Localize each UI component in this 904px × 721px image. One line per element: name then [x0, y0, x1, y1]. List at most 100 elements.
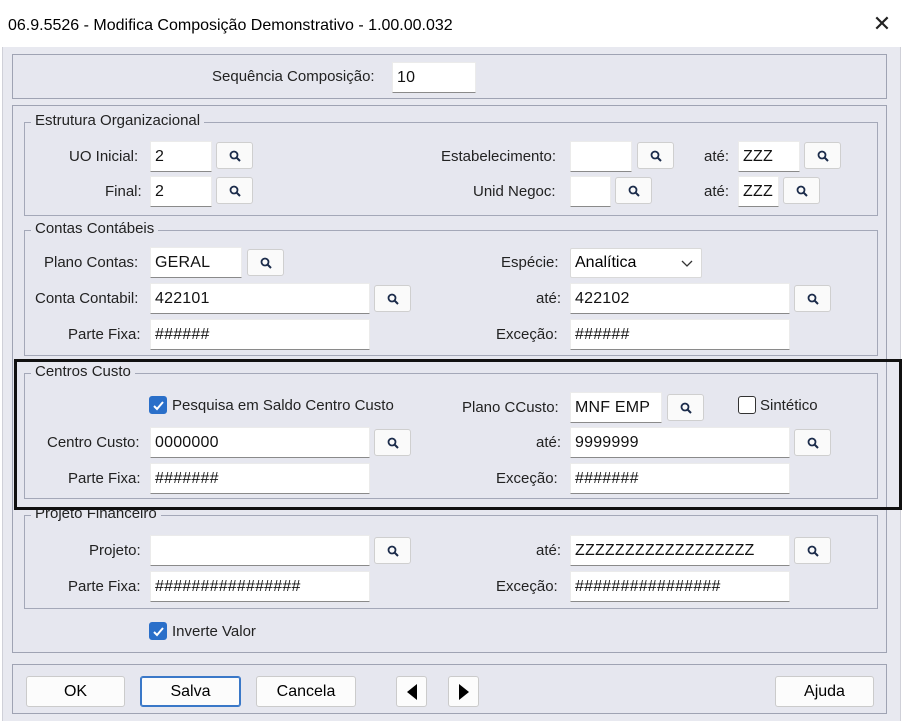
sintetico-label: Sintético [760, 397, 818, 414]
centros-legend: Centros Custo [31, 363, 135, 381]
estabelecimento-label: Estabelecimento: [441, 148, 557, 165]
search-icon [260, 257, 272, 269]
title-bar: 06.9.5526 - Modifica Composição Demonstr… [0, 0, 904, 48]
sequencia-panel: Sequência Composição: 10 [12, 54, 887, 99]
checkmark-icon [153, 401, 164, 411]
unid-negoc-ate-search-button[interactable] [783, 177, 820, 204]
centro-custo-input[interactable]: 0000000 [150, 427, 370, 458]
search-icon [387, 437, 399, 449]
unid-negoc-search-button[interactable] [615, 177, 652, 204]
final-input[interactable]: 2 [150, 176, 212, 207]
estrutura-legend: Estrutura Organizacional [31, 112, 205, 130]
contas-parte-fixa-label: Parte Fixa: [68, 326, 141, 343]
inverte-valor-label: Inverte Valor [172, 623, 256, 640]
cancela-button[interactable]: Cancela [256, 676, 356, 707]
final-label: Final: [105, 183, 142, 200]
sintetico-checkbox[interactable] [738, 396, 756, 414]
arrow-left-icon [407, 684, 417, 700]
especie-selected-value: Analítica [575, 254, 637, 271]
uo-inicial-label: UO Inicial: [69, 148, 139, 165]
sequencia-label: Sequência Composição: [212, 68, 375, 85]
centro-custo-label: Centro Custo: [47, 434, 140, 451]
projeto-excecao-input[interactable]: ################ [570, 571, 790, 602]
plano-ccusto-input[interactable]: MNF EMP [570, 392, 662, 423]
inverte-valor-checkbox[interactable] [149, 622, 167, 640]
contas-parte-fixa-input[interactable]: ###### [150, 319, 370, 350]
contas-excecao-label: Exceção: [496, 326, 558, 343]
search-icon [817, 150, 829, 162]
close-icon[interactable]: ✕ [870, 13, 894, 37]
conta-contabil-search-button[interactable] [374, 285, 411, 312]
search-icon [229, 150, 241, 162]
previous-button[interactable] [396, 676, 427, 707]
search-icon [796, 185, 808, 197]
centro-custo-search-button[interactable] [374, 429, 411, 456]
plano-ccusto-label: Plano CCusto: [462, 399, 559, 416]
projeto-ate-search-button[interactable] [794, 537, 831, 564]
centros-parte-fixa-input[interactable]: ####### [150, 463, 370, 494]
conta-contabil-input[interactable]: 422101 [150, 283, 370, 314]
plano-contas-search-button[interactable] [247, 249, 284, 276]
pesquisa-saldo-label: Pesquisa em Saldo Centro Custo [172, 397, 394, 414]
final-search-button[interactable] [216, 177, 253, 204]
search-icon [807, 437, 819, 449]
projeto-legend: Projeto Financeiro [31, 505, 161, 523]
unid-negoc-ate-label: até: [704, 183, 730, 200]
search-icon [387, 545, 399, 557]
projeto-search-button[interactable] [374, 537, 411, 564]
plano-contas-label: Plano Contas: [44, 254, 139, 271]
plano-ccusto-search-button[interactable] [667, 394, 704, 421]
button-bar: OK Salva Cancela Ajuda [12, 664, 887, 714]
unid-negoc-ate-input[interactable]: ZZZ [738, 176, 779, 207]
search-icon [807, 293, 819, 305]
ok-button[interactable]: OK [26, 676, 125, 707]
estabelecimento-ate-search-button[interactable] [804, 142, 841, 169]
conta-contabil-label: Conta Contabil: [35, 290, 139, 307]
window-title: 06.9.5526 - Modifica Composição Demonstr… [8, 17, 453, 34]
unid-negoc-input[interactable] [570, 176, 611, 207]
estabelecimento-ate-label: até: [704, 148, 730, 165]
conta-ate-search-button[interactable] [794, 285, 831, 312]
estabelecimento-search-button[interactable] [637, 142, 674, 169]
ajuda-button[interactable]: Ajuda [775, 676, 874, 707]
plano-contas-input[interactable]: GERAL [150, 247, 242, 278]
conta-ate-label: até: [536, 290, 562, 307]
contas-legend: Contas Contábeis [31, 220, 159, 238]
next-button[interactable] [448, 676, 479, 707]
estabelecimento-ate-input[interactable]: ZZZ [738, 141, 800, 172]
contas-excecao-input[interactable]: ###### [570, 319, 790, 350]
search-icon [650, 150, 662, 162]
projeto-parte-fixa-label: Parte Fixa: [68, 578, 141, 595]
chevron-down-icon [681, 260, 693, 267]
projeto-ate-input[interactable]: ZZZZZZZZZZZZZZZZZZ [570, 535, 790, 566]
uo-inicial-search-button[interactable] [216, 142, 253, 169]
unid-negoc-label: Unid Negoc: [473, 183, 556, 200]
projeto-input[interactable] [150, 535, 370, 566]
search-icon [807, 545, 819, 557]
projeto-parte-fixa-input[interactable]: ################ [150, 571, 370, 602]
conta-ate-input[interactable]: 422102 [570, 283, 790, 314]
centro-ate-input[interactable]: 9999999 [570, 427, 790, 458]
centros-excecao-input[interactable]: ####### [570, 463, 790, 494]
search-icon [229, 185, 241, 197]
estabelecimento-input[interactable] [570, 141, 632, 172]
checkmark-icon [153, 627, 164, 637]
pesquisa-saldo-checkbox[interactable] [149, 396, 167, 414]
centro-ate-label: até: [536, 434, 562, 451]
centro-ate-search-button[interactable] [794, 429, 831, 456]
projeto-excecao-label: Exceção: [496, 578, 558, 595]
uo-inicial-input[interactable]: 2 [150, 141, 212, 172]
projeto-label: Projeto: [89, 542, 141, 559]
sequencia-input[interactable]: 10 [392, 62, 476, 93]
projeto-ate-label: até: [536, 542, 562, 559]
search-icon [680, 402, 692, 414]
centros-excecao-label: Exceção: [496, 470, 558, 487]
especie-label: Espécie: [501, 254, 559, 271]
especie-select[interactable]: Analítica [570, 248, 702, 278]
main-panel: Estrutura Organizacional UO Inicial: 2 F… [12, 105, 887, 653]
salva-button[interactable]: Salva [140, 676, 241, 707]
search-icon [628, 185, 640, 197]
centros-parte-fixa-label: Parte Fixa: [68, 470, 141, 487]
search-icon [387, 293, 399, 305]
arrow-right-icon [459, 684, 469, 700]
